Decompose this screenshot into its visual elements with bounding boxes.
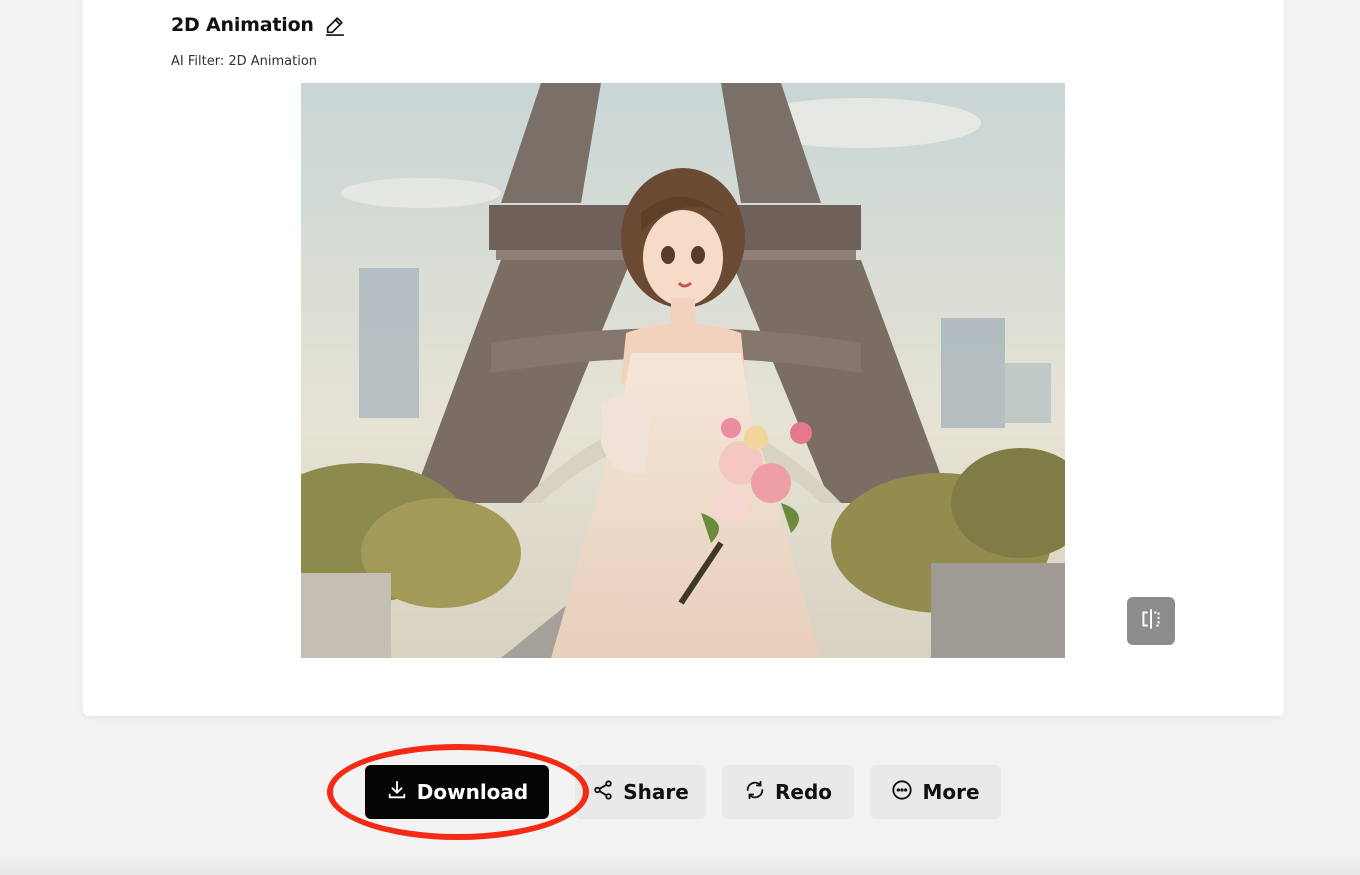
redo-button[interactable]: Redo <box>722 765 854 819</box>
refresh-icon <box>744 779 766 806</box>
compare-split-icon <box>1138 606 1164 636</box>
compare-toggle-button[interactable] <box>1127 597 1175 645</box>
share-button[interactable]: Share <box>575 765 706 819</box>
title-row: 2D Animation <box>171 14 346 36</box>
pencil-edit-icon[interactable] <box>324 14 346 36</box>
download-button[interactable]: Download <box>365 765 549 819</box>
result-image <box>301 83 1065 658</box>
filter-label: AI Filter: 2D Animation <box>171 54 318 69</box>
more-button[interactable]: More <box>870 765 1001 819</box>
bottom-edge <box>0 855 1360 875</box>
more-options-icon <box>891 779 913 806</box>
download-label: Download <box>416 780 529 804</box>
share-label: Share <box>623 780 689 804</box>
action-bar: Download Share Redo More <box>0 765 1360 819</box>
more-label: More <box>922 780 980 804</box>
download-icon <box>386 779 408 806</box>
page-title: 2D Animation <box>171 14 314 36</box>
share-icon <box>592 779 614 806</box>
redo-label: Redo <box>774 780 833 804</box>
